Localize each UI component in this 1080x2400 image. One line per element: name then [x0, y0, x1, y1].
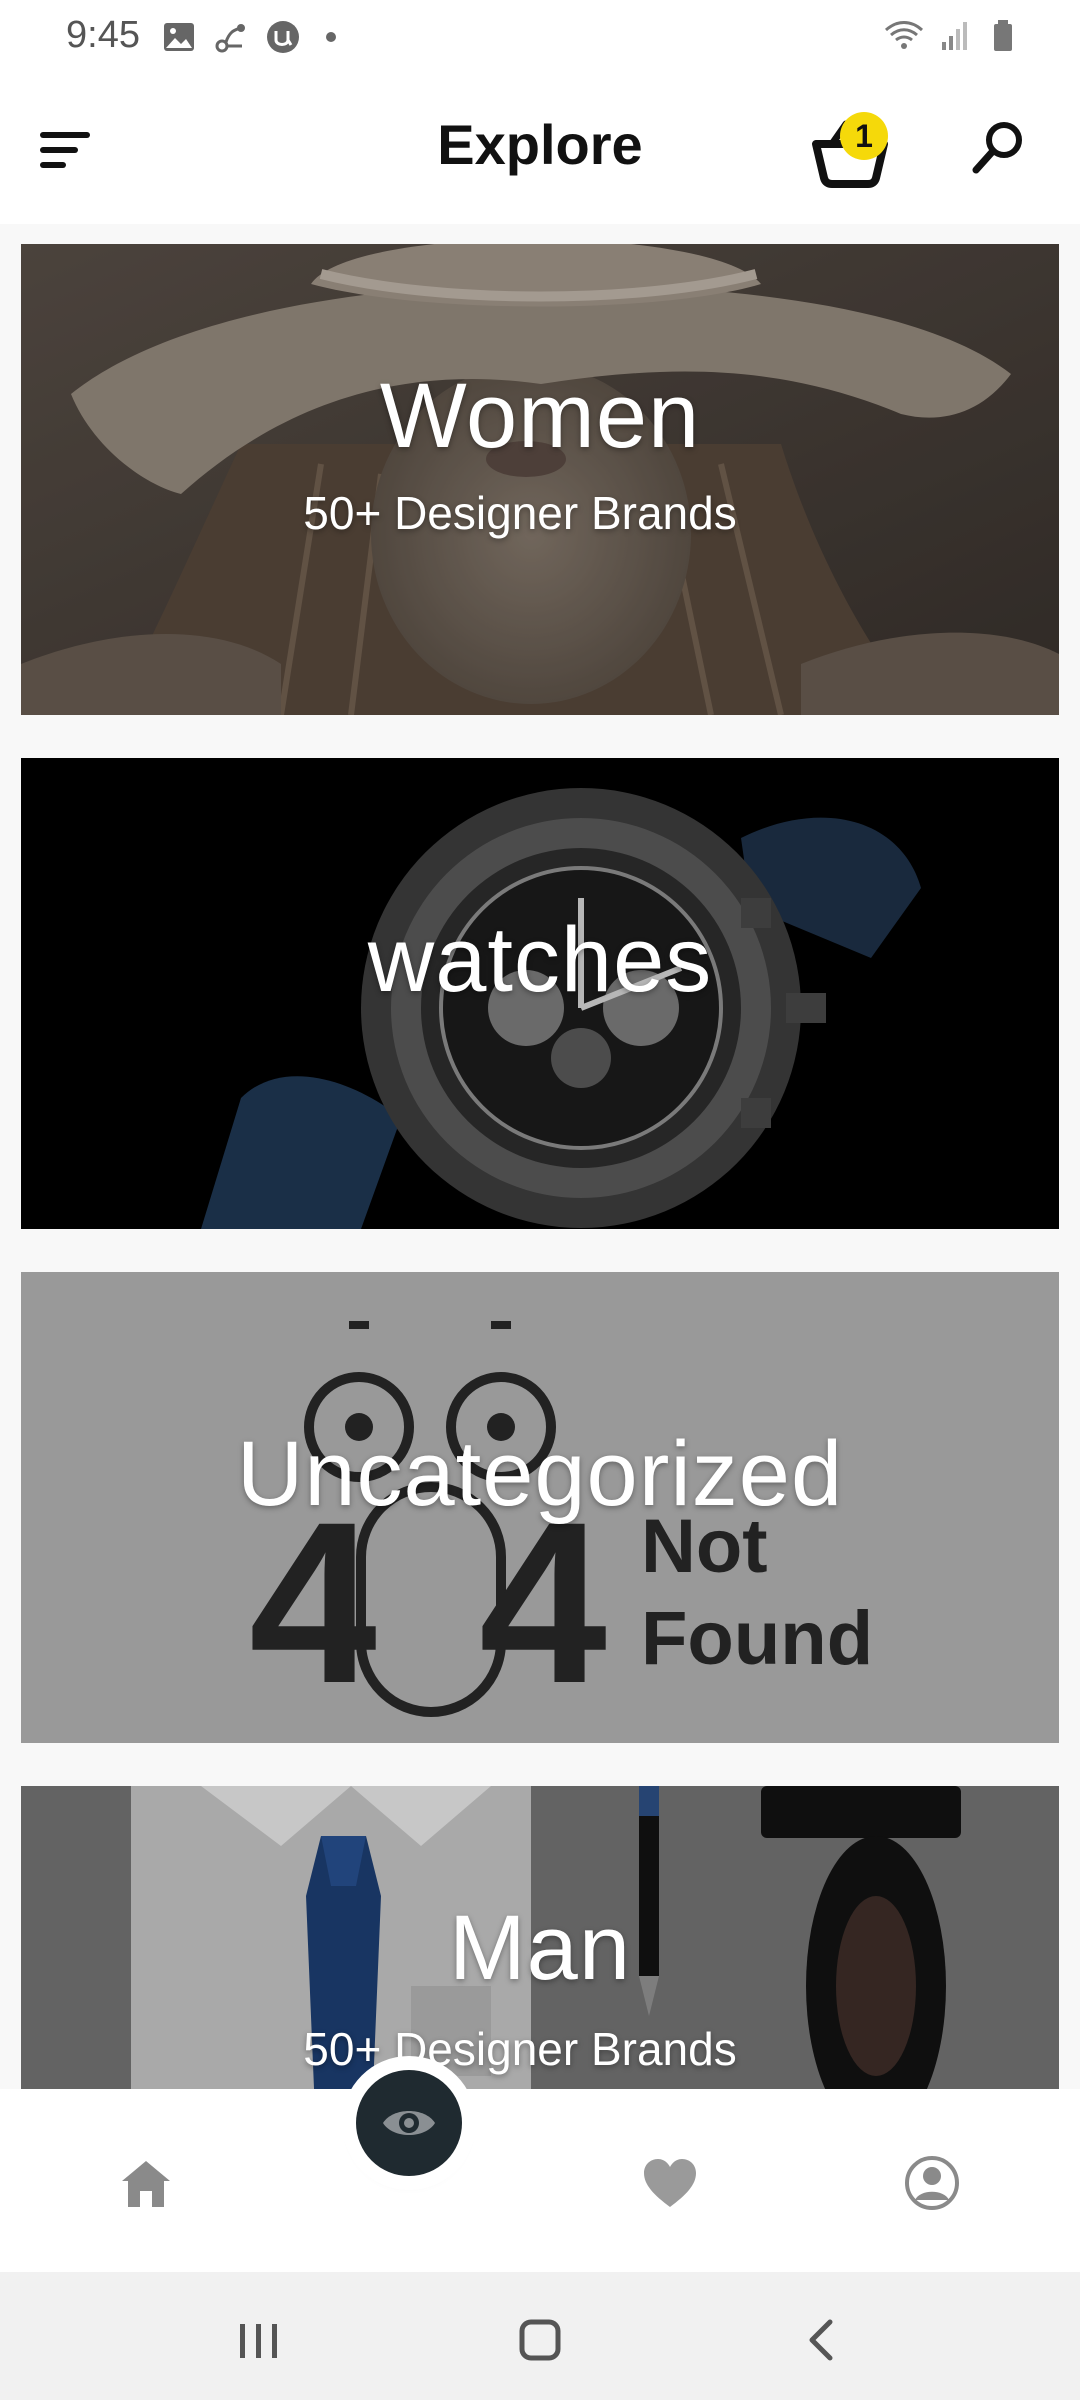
- signal-icon: [942, 22, 967, 50]
- notification-dot-icon: [326, 32, 336, 42]
- woman-in-hat-photo: [21, 244, 1059, 715]
- recent-apps-icon[interactable]: [228, 2310, 288, 2370]
- status-icons-left: [162, 20, 336, 54]
- found-text: Found: [641, 1596, 873, 1681]
- battery-icon: [994, 20, 1012, 51]
- category-title: Man: [449, 1897, 631, 1999]
- gallery-icon: [164, 23, 194, 51]
- wifi-icon: [884, 21, 924, 49]
- profile-icon[interactable]: [902, 2153, 962, 2213]
- bottom-navigation: [0, 2089, 1080, 2272]
- category-card-uncategorized[interactable]: 4 4 Not Found Uncategorized: [21, 1272, 1059, 1743]
- app-bar: Explore 1: [0, 76, 1080, 224]
- category-list: Women 50+ Designer Brands watches 4 4 No…: [21, 244, 1059, 2300]
- category-card-women[interactable]: Women 50+ Designer Brands: [21, 244, 1059, 715]
- category-subtitle: 50+ Designer Brands: [303, 2023, 737, 2075]
- system-navigation-bar: [0, 2272, 1080, 2400]
- category-title: Women: [379, 365, 701, 467]
- category-title: watches: [367, 909, 713, 1011]
- status-bar: 9:45: [0, 0, 1080, 76]
- home-button-icon[interactable]: [510, 2310, 570, 2370]
- eye-icon: [383, 2111, 435, 2135]
- app-u-icon: [267, 21, 299, 53]
- back-icon[interactable]: [792, 2310, 852, 2370]
- heart-icon[interactable]: [640, 2153, 700, 2213]
- status-icons-right: [884, 18, 1020, 52]
- status-time: 9:45: [66, 14, 140, 56]
- home-icon[interactable]: [116, 2153, 176, 2213]
- category-card-watches[interactable]: watches: [21, 758, 1059, 1229]
- explore-screen: 9:45 Explore 1 Women 50+ Designer Brands…: [0, 0, 1080, 2400]
- cart-count-badge: 1: [840, 112, 888, 160]
- eye-fab-button[interactable]: [356, 2070, 462, 2176]
- category-title: Uncategorized: [236, 1423, 844, 1525]
- page-title: Explore: [437, 113, 643, 176]
- search-icon[interactable]: [966, 116, 1030, 180]
- share-icon: [215, 24, 245, 53]
- category-subtitle: 50+ Designer Brands: [303, 487, 737, 539]
